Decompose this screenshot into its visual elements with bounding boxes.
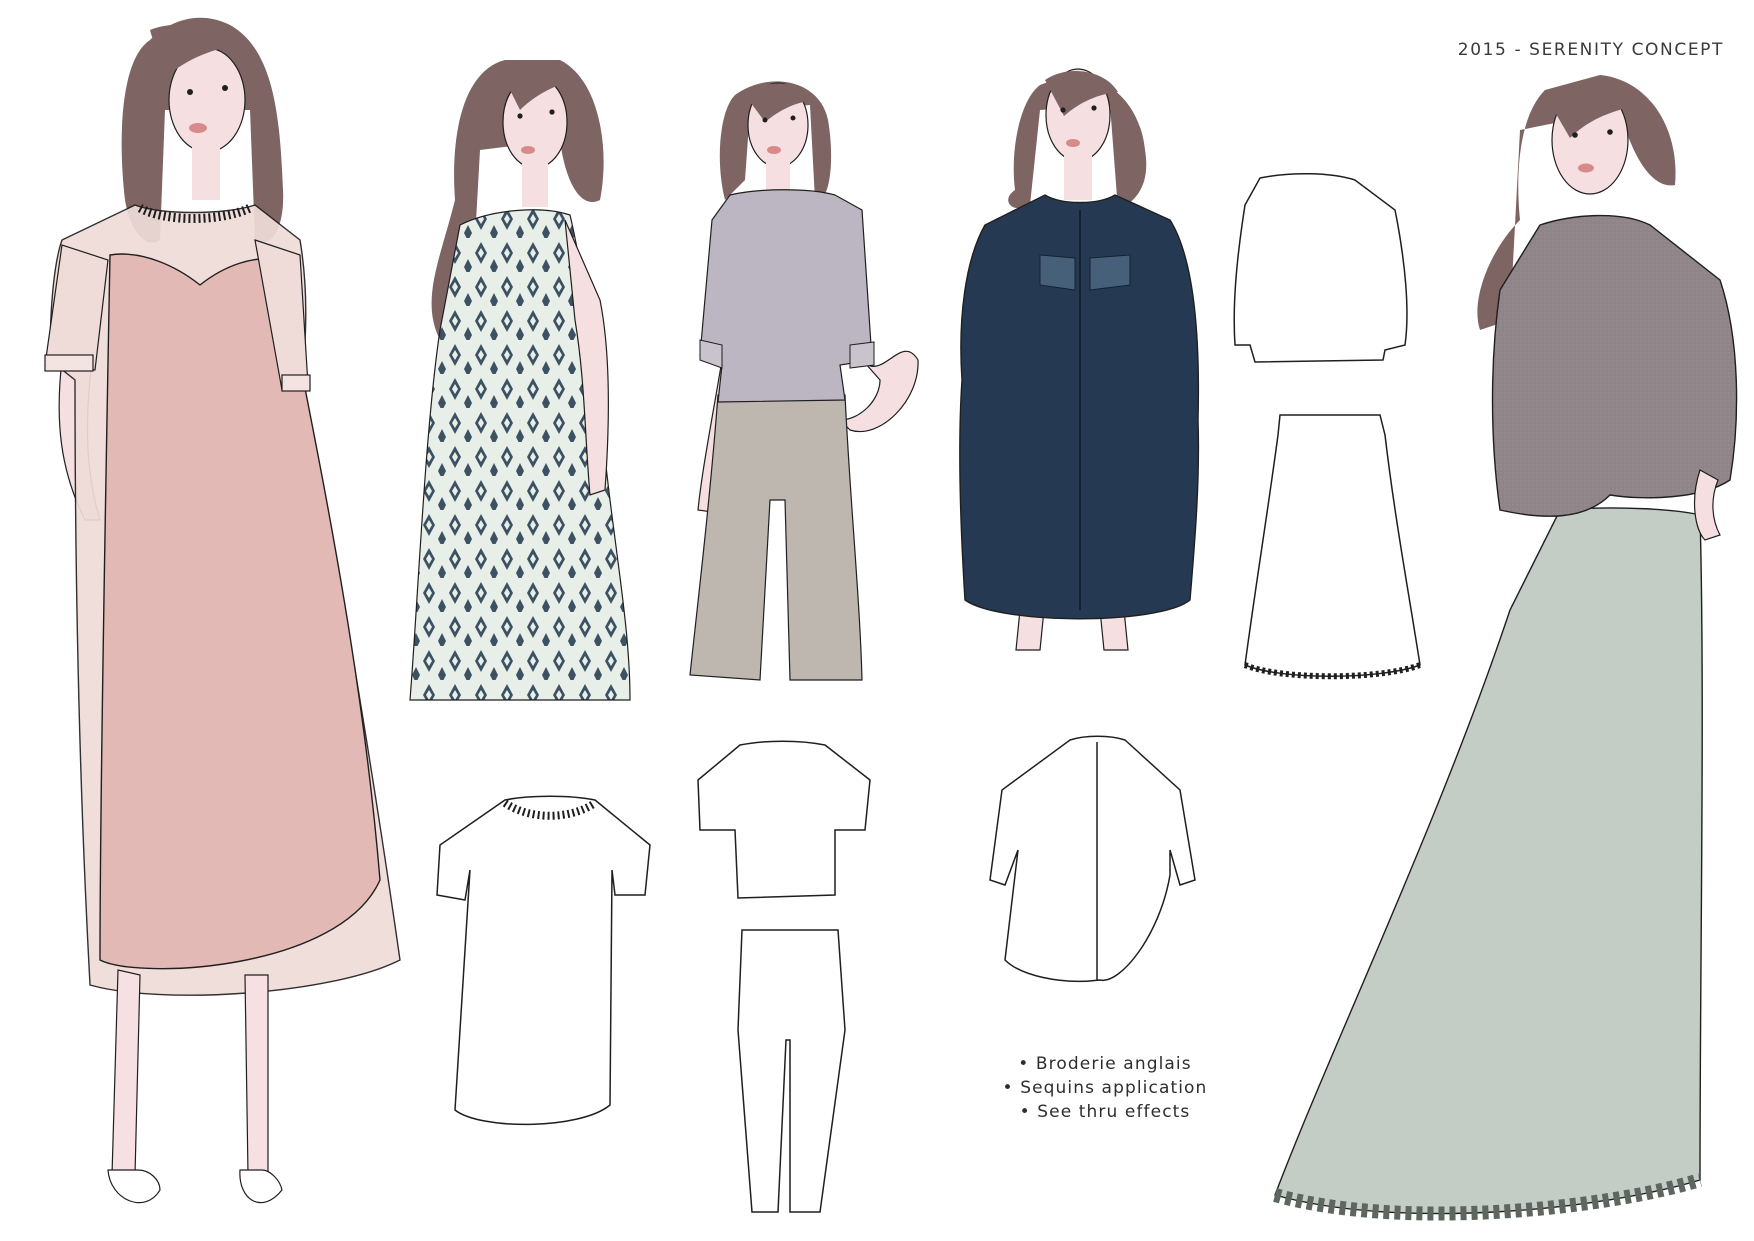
flat-lace-skirt bbox=[1244, 414, 1421, 677]
flat-shirt-dress bbox=[989, 735, 1196, 983]
look-3-figure bbox=[689, 81, 919, 681]
detail-note-2: Sequins application bbox=[955, 1076, 1255, 1100]
detail-note-3: See thru effects bbox=[955, 1100, 1255, 1124]
look-2-figure bbox=[409, 60, 631, 701]
look-3-grey-tee bbox=[699, 189, 873, 403]
look-1-figure bbox=[44, 17, 401, 1203]
flat-sweatshirt bbox=[1233, 173, 1408, 363]
flat-cropped-tee bbox=[697, 740, 871, 899]
look-1-cuff-embroidery bbox=[44, 354, 94, 372]
flat-slim-trousers bbox=[737, 929, 846, 1213]
illustration-canvas bbox=[44, 17, 1738, 1221]
look-3-wide-trousers bbox=[689, 394, 863, 681]
flat-embroidered-dress bbox=[436, 795, 651, 1126]
look-4-figure bbox=[959, 68, 1200, 651]
look-1-slip-dress bbox=[99, 253, 381, 970]
detail-notes: Broderie anglais Sequins application See… bbox=[955, 1052, 1255, 1124]
detail-note-1: Broderie anglais bbox=[955, 1052, 1255, 1076]
fashion-board: 2015 - SERENITY CONCEPT • Broderie angla… bbox=[0, 0, 1754, 1241]
